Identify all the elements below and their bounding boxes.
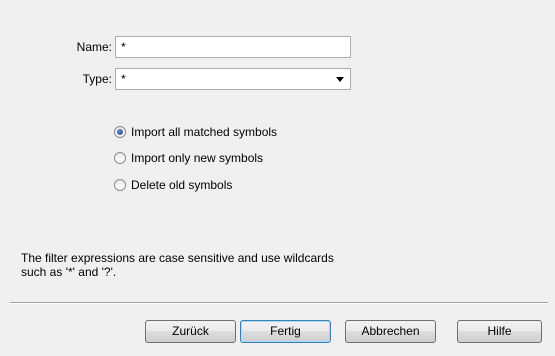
radio-option-delete-old[interactable]: Delete old symbols (114, 177, 232, 193)
chevron-down-icon[interactable] (336, 77, 344, 82)
name-field[interactable] (115, 36, 351, 58)
radio-button-import-all[interactable] (114, 126, 126, 138)
filter-help-text: The filter expressions are case sensitiv… (21, 251, 421, 279)
back-button[interactable]: Zurück (145, 320, 236, 343)
type-label: Type: (82, 72, 112, 86)
radio-button-delete-old[interactable] (114, 179, 126, 191)
help-button[interactable]: Hilfe (457, 320, 542, 343)
cancel-button[interactable]: Abbrechen (345, 320, 436, 343)
finish-button[interactable]: Fertig (240, 320, 331, 343)
radio-label-import-new: Import only new symbols (131, 151, 264, 165)
radio-label-import-all: Import all matched symbols (131, 125, 278, 139)
radio-option-import-new[interactable]: Import only new symbols (114, 150, 263, 166)
radio-option-import-all[interactable]: Import all matched symbols (114, 124, 277, 140)
divider (10, 302, 548, 304)
filter-help-line-1: The filter expressions are case sensitiv… (21, 251, 334, 265)
type-dropdown[interactable]: * (115, 68, 351, 90)
filter-help-line-2: such as '*' and '?'. (21, 265, 117, 279)
radio-button-import-new[interactable] (114, 152, 126, 164)
name-label: Name: (76, 40, 112, 54)
type-dropdown-value: * (121, 72, 126, 86)
radio-label-delete-old: Delete old symbols (131, 178, 233, 192)
